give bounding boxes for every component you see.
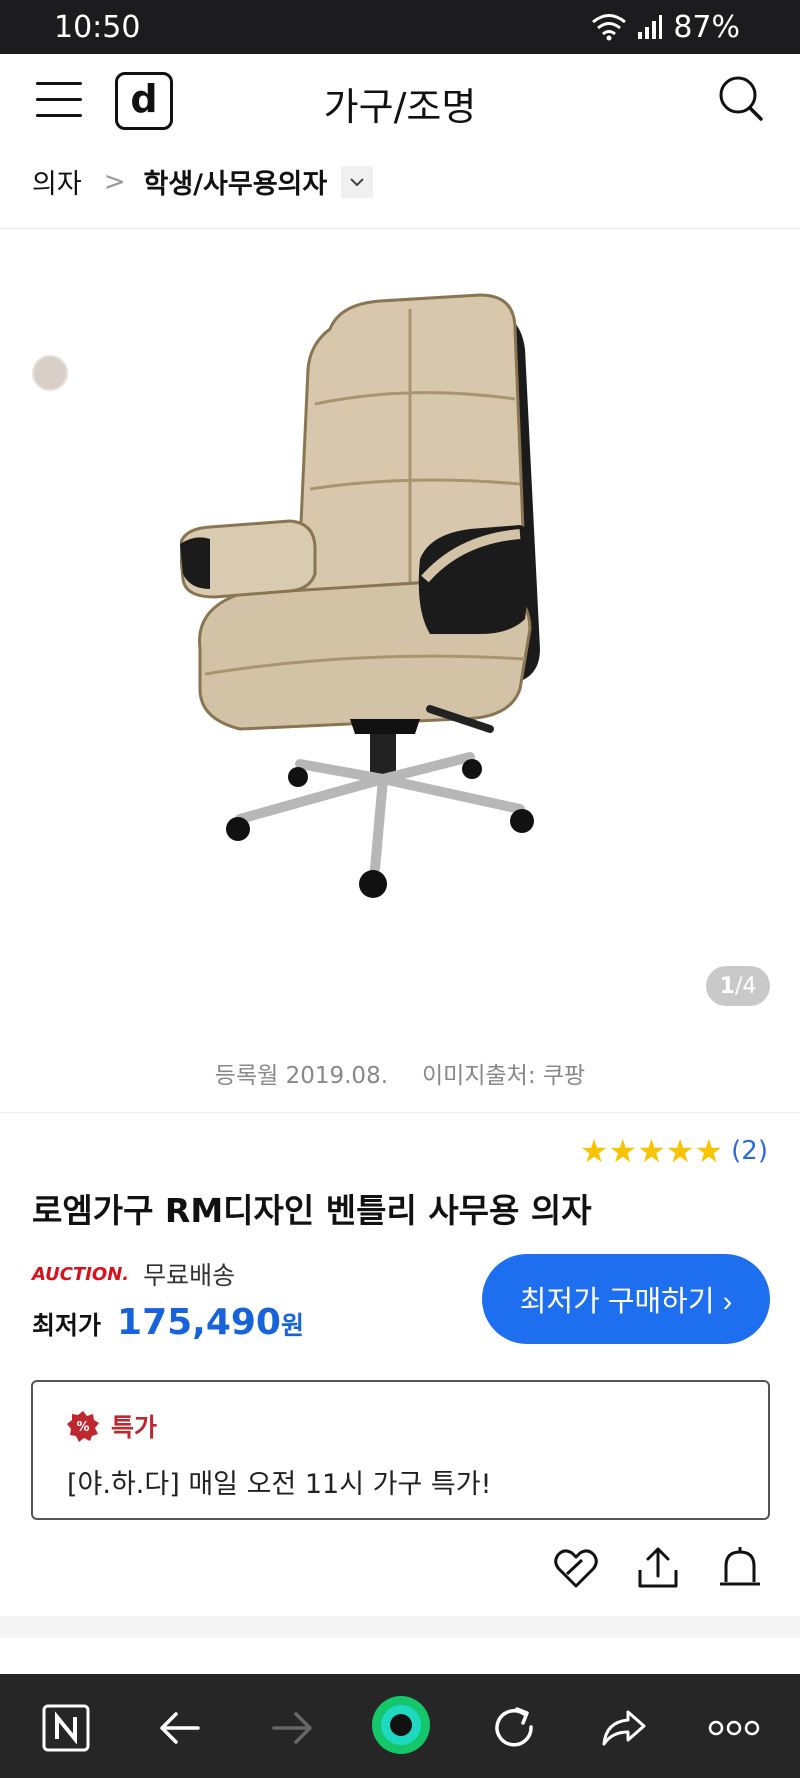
divider <box>0 1112 800 1113</box>
page-title: 가구/조명 <box>323 85 477 129</box>
promo-label: 특가 <box>111 1413 158 1442</box>
buy-lowest-price-button[interactable]: 최저가 구매하기 › <box>482 1254 770 1344</box>
back-arrow-icon[interactable] <box>152 1700 208 1756</box>
promo-text: [야.하.다] 매일 오전 11시 가구 특가! <box>67 1469 492 1500</box>
price-alert-bell-icon[interactable] <box>716 1544 764 1592</box>
review-count[interactable]: (2) <box>731 1136 768 1166</box>
product-title: 로엠가구 RM디자인 벤틀리 사무용 의자 <box>32 1191 592 1230</box>
auction-logo: AUCTION. <box>32 1263 130 1285</box>
discount-badge-icon: % <box>67 1411 99 1442</box>
color-swatch[interactable] <box>32 355 68 391</box>
wifi-icon <box>592 14 627 41</box>
breadcrumb: 의자 > 학생/사무용의자 <box>32 162 374 201</box>
seller-row: AUCTION. 무료배송 <box>32 1256 235 1292</box>
star-rating-icons: ★★★★★ <box>579 1132 724 1170</box>
promo-box[interactable]: % 특가 [야.하.다] 매일 오전 11시 가구 특가! <box>31 1380 770 1520</box>
image-counter-current: 1 <box>719 973 735 999</box>
breadcrumb-parent[interactable]: 의자 <box>32 162 82 201</box>
naver-home-icon[interactable] <box>38 1700 94 1756</box>
image-source: 이미지출처: 쿠팡 <box>422 1063 586 1089</box>
section-divider <box>0 1616 800 1638</box>
more-icon[interactable] <box>706 1700 762 1756</box>
forward-arrow-icon[interactable] <box>264 1700 320 1756</box>
price-value: 175,490 <box>117 1302 281 1343</box>
product-image-gallery[interactable]: 1/4 <box>0 229 800 1049</box>
product-image <box>180 293 540 898</box>
promo-header: % 특가 <box>67 1408 768 1444</box>
price-label: 최저가 <box>32 1311 102 1340</box>
image-counter-total: /4 <box>734 973 757 999</box>
price-unit: 원 <box>280 1311 304 1340</box>
chevron-right-icon: > <box>103 166 126 197</box>
signal-icon <box>638 15 663 39</box>
action-bar <box>0 1544 800 1594</box>
search-icon[interactable] <box>718 74 764 124</box>
share-arrow-icon[interactable] <box>596 1700 652 1756</box>
svg-text:%: % <box>76 1420 89 1435</box>
heart-icon[interactable] <box>552 1544 600 1592</box>
green-dot-icon[interactable] <box>370 1694 432 1756</box>
share-icon[interactable] <box>634 1544 682 1592</box>
browser-bottom-nav <box>0 1674 800 1778</box>
breadcrumb-current[interactable]: 학생/사무용의자 <box>143 162 327 201</box>
price-row: 최저가 175,490 원 <box>32 1302 304 1343</box>
chevron-down-icon[interactable] <box>341 165 374 198</box>
product-meta: 등록월 2019.08. 이미지출처: 쿠팡 <box>0 1056 800 1090</box>
status-icons: 87% <box>591 10 740 45</box>
status-time: 10:50 <box>54 9 141 45</box>
status-bar: 10:50 87% <box>0 0 800 54</box>
refresh-icon[interactable] <box>486 1700 542 1756</box>
registration-date: 등록월 2019.08. <box>214 1063 389 1089</box>
battery-level: 87% <box>673 9 740 45</box>
shipping-info: 무료배송 <box>143 1261 236 1290</box>
app-header: d 가구/조명 <box>0 54 800 150</box>
rating[interactable]: ★★★★★ (2) <box>580 1132 768 1170</box>
image-counter: 1/4 <box>706 966 770 1006</box>
